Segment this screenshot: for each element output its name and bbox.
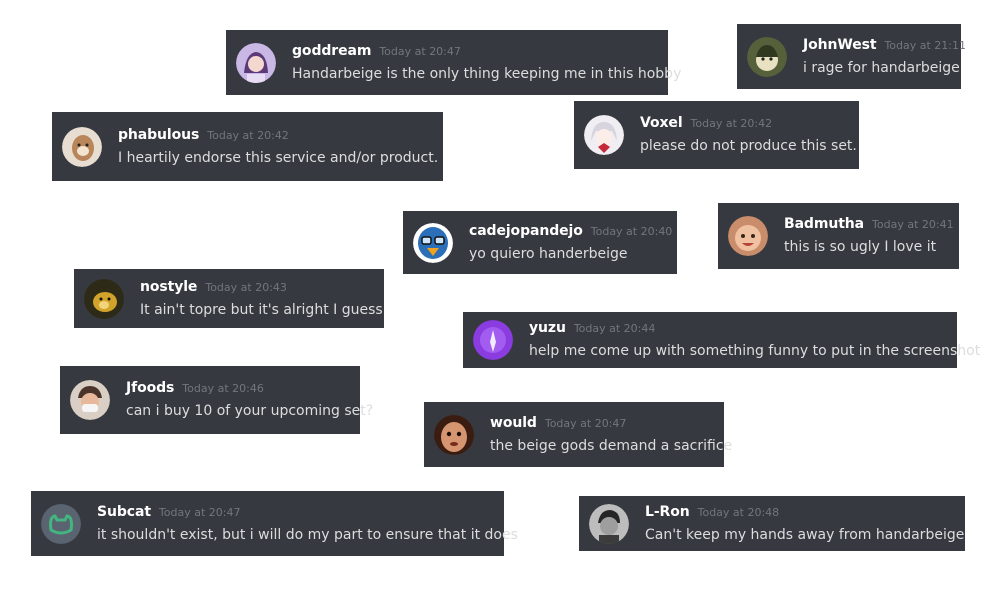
message-would: would Today at 20:47 the beige gods deman…	[424, 402, 733, 467]
username[interactable]: would	[490, 414, 537, 433]
timestamp[interactable]: Today at 20:44	[574, 319, 656, 338]
message-text: can i buy 10 of your upcoming set?	[126, 403, 374, 419]
timestamp[interactable]: Today at 20:40	[591, 222, 673, 241]
username[interactable]: Jfoods	[126, 379, 174, 398]
avatar[interactable]	[70, 380, 110, 420]
timestamp[interactable]: Today at 20:43	[205, 278, 287, 297]
message-subcat: Subcat Today at 20:47 it shouldn't exist,…	[31, 491, 518, 556]
timestamp[interactable]: Today at 20:46	[182, 379, 264, 398]
message-text: i rage for handarbeige	[803, 59, 960, 76]
user-avatar-icon	[747, 36, 787, 77]
message-text: I heartily endorse this service and/or p…	[118, 149, 439, 166]
user-avatar-icon	[236, 42, 276, 83]
avatar[interactable]	[84, 278, 124, 319]
message-text: It ain't topre but it's alright I guess	[140, 301, 383, 318]
user-avatar-icon	[84, 278, 124, 319]
user-avatar-icon	[728, 216, 768, 256]
username[interactable]: yuzu	[529, 319, 566, 338]
message-yuzu: yuzu Today at 20:44 help me come up with …	[463, 312, 981, 368]
username[interactable]: JohnWest	[803, 36, 877, 55]
timestamp[interactable]: Today at 20:41	[872, 215, 954, 234]
message-goddream: goddream Today at 20:47 Handarbeige is th…	[226, 30, 682, 95]
message-cadejopandejo: cadejopandejo Today at 20:40 yo quiero ha…	[403, 211, 677, 274]
timestamp[interactable]: Today at 20:48	[698, 503, 780, 522]
message-badmutha: Badmutha Today at 20:41 this is so ugly I…	[718, 203, 959, 269]
username[interactable]: Voxel	[640, 114, 683, 133]
avatar[interactable]	[434, 414, 474, 455]
message-text: this is so ugly I love it	[784, 239, 937, 255]
username[interactable]: Badmutha	[784, 215, 864, 234]
avatar[interactable]	[41, 503, 81, 544]
user-avatar-icon	[584, 115, 624, 155]
message-text: Can't keep my hands away from handarbeig…	[645, 526, 965, 543]
avatar[interactable]	[747, 36, 787, 77]
username[interactable]: Subcat	[97, 503, 151, 522]
timestamp[interactable]: Today at 20:42	[691, 114, 773, 133]
avatar[interactable]	[236, 42, 276, 83]
message-text: the beige gods demand a sacrifice	[490, 437, 733, 454]
avatar[interactable]	[584, 115, 624, 155]
user-avatar-icon	[413, 222, 453, 263]
timestamp[interactable]: Today at 21:11	[884, 36, 966, 55]
message-text: yo quiero handerbeige	[469, 245, 628, 262]
user-avatar-icon	[62, 126, 102, 167]
username[interactable]: nostyle	[140, 278, 197, 297]
avatar[interactable]	[589, 503, 629, 544]
avatar[interactable]	[413, 222, 453, 263]
message-l-ron: L-Ron Today at 20:48 Can't keep my hands …	[579, 496, 965, 551]
user-avatar-icon	[473, 320, 513, 360]
message-voxel: Voxel Today at 20:42 please do not produc…	[574, 101, 859, 169]
timestamp[interactable]: Today at 20:47	[379, 42, 461, 61]
message-phabulous: phabulous Today at 20:42 I heartily endor…	[52, 112, 443, 181]
timestamp[interactable]: Today at 20:47	[159, 503, 241, 522]
user-avatar-icon	[589, 503, 629, 544]
avatar[interactable]	[728, 216, 768, 256]
message-text: it shouldn't exist, but i will do my par…	[97, 526, 518, 543]
timestamp[interactable]: Today at 20:42	[207, 126, 289, 145]
message-text: Handarbeige is the only thing keeping me…	[292, 65, 682, 82]
message-johnwest: JohnWest Today at 21:11 i rage for handar…	[737, 24, 966, 89]
user-avatar-icon	[41, 503, 81, 544]
user-avatar-icon	[434, 414, 474, 455]
timestamp[interactable]: Today at 20:47	[545, 414, 627, 433]
avatar[interactable]	[62, 126, 102, 167]
username[interactable]: cadejopandejo	[469, 222, 583, 241]
avatar[interactable]	[473, 320, 513, 360]
username[interactable]: phabulous	[118, 126, 199, 145]
username[interactable]: goddream	[292, 42, 371, 61]
message-nostyle: nostyle Today at 20:43 It ain't topre but…	[74, 269, 384, 328]
message-text: help me come up with something funny to …	[529, 343, 981, 359]
user-avatar-icon	[70, 380, 110, 420]
username[interactable]: L-Ron	[645, 503, 690, 522]
message-text: please do not produce this set.	[640, 138, 857, 154]
message-jfoods: Jfoods Today at 20:46 can i buy 10 of you…	[60, 366, 374, 434]
